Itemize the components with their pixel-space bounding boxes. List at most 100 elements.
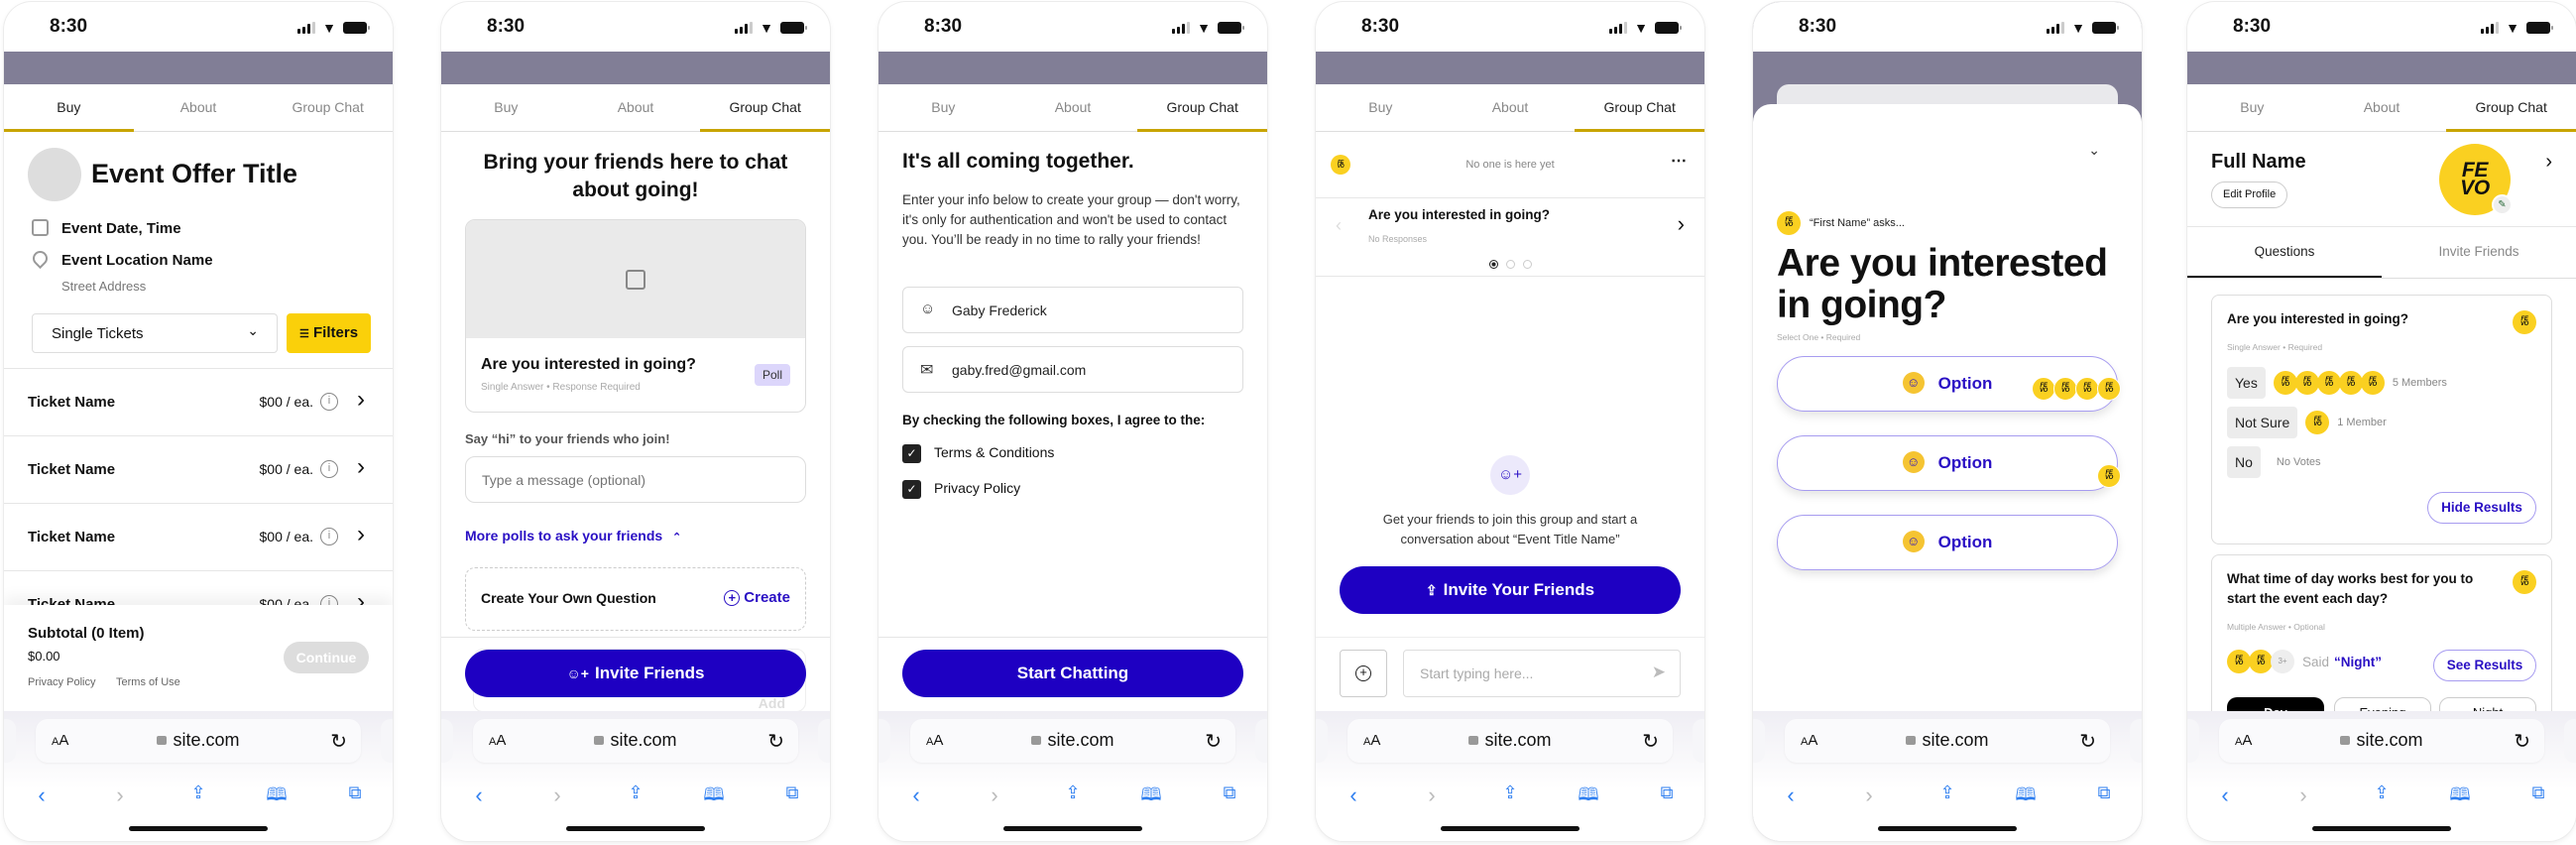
hide-results-button[interactable]: Hide Results xyxy=(2427,492,2536,524)
chevron-right-icon[interactable]: › xyxy=(2545,151,2552,174)
forward-icon[interactable]: › xyxy=(106,783,134,812)
more-options-icon[interactable]: ⋯ xyxy=(1671,151,1687,171)
tabs-icon[interactable]: ⧉ xyxy=(2524,783,2552,812)
chevron-right-icon[interactable]: › xyxy=(357,453,365,481)
share-icon[interactable]: ⇪ xyxy=(1059,783,1087,812)
share-icon[interactable]: ⇪ xyxy=(184,783,212,812)
collapse-chevron-icon[interactable]: ⌄ xyxy=(2088,142,2100,159)
attach-button[interactable]: + xyxy=(1340,650,1387,697)
prev-tab-peek[interactable] xyxy=(4,719,16,763)
bookmarks-icon[interactable]: 🕮 xyxy=(1137,783,1165,812)
tab-questions[interactable]: Questions xyxy=(2187,227,2382,278)
prev-tab-peek[interactable] xyxy=(441,719,453,763)
create-question-card[interactable]: Create Your Own Question + Create xyxy=(465,567,806,631)
email-field[interactable]: ✉ gaby.fred@gmail.com xyxy=(902,346,1243,393)
tabs-icon[interactable]: ⧉ xyxy=(2090,783,2118,812)
tab-buy[interactable]: Buy xyxy=(878,84,1008,131)
forward-icon[interactable]: › xyxy=(2289,783,2317,812)
tab-group-chat[interactable]: Group Chat xyxy=(700,84,830,132)
chat-input[interactable]: Start typing here... ➤ xyxy=(1403,650,1681,697)
create-button[interactable]: + Create xyxy=(724,589,790,606)
tab-group-chat[interactable]: Group Chat xyxy=(1137,84,1267,132)
tab-buy[interactable]: Buy xyxy=(441,84,571,131)
invite-friends-button[interactable]: ☺+ Invite Friends xyxy=(465,650,806,697)
bookmarks-icon[interactable]: 🕮 xyxy=(1575,783,1602,812)
share-icon[interactable]: ⇪ xyxy=(1496,783,1524,812)
invite-your-friends-button[interactable]: ⇪ Invite Your Friends xyxy=(1340,566,1681,614)
info-icon[interactable]: i xyxy=(320,528,338,545)
tab-about[interactable]: About xyxy=(1446,84,1576,131)
back-icon[interactable]: ‹ xyxy=(28,783,56,812)
tab-about[interactable]: About xyxy=(1008,84,1138,131)
ticket-row[interactable]: Ticket Name $00 / ea. i › xyxy=(4,436,393,504)
privacy-policy-link[interactable]: Privacy Policy xyxy=(28,676,95,688)
tabs-icon[interactable]: ⧉ xyxy=(341,783,369,812)
start-chatting-button[interactable]: Start Chatting xyxy=(902,650,1243,697)
back-icon[interactable]: ‹ xyxy=(465,783,493,812)
bookmarks-icon[interactable]: 🕮 xyxy=(263,783,291,812)
tab-about[interactable]: About xyxy=(571,84,701,131)
poll-card[interactable]: Are you interested in going? Single Answ… xyxy=(465,219,806,413)
reload-icon[interactable]: ↻ xyxy=(1642,729,1659,754)
tabs-icon[interactable]: ⧉ xyxy=(778,783,806,812)
more-polls-toggle[interactable]: More polls to ask your friends ⌃ xyxy=(465,528,681,543)
continue-button[interactable]: Continue xyxy=(284,642,369,673)
reload-icon[interactable]: ↻ xyxy=(767,729,784,754)
terms-of-use-link[interactable]: Terms of Use xyxy=(116,676,180,688)
forward-icon[interactable]: › xyxy=(981,783,1008,812)
reload-icon[interactable]: ↻ xyxy=(330,729,347,754)
next-tab-peek[interactable] xyxy=(2130,719,2142,763)
ticket-row[interactable]: Ticket Name $00 / ea. i › xyxy=(4,369,393,436)
address-bar[interactable]: AA site.com ↻ xyxy=(36,719,361,763)
info-icon[interactable]: i xyxy=(320,393,338,411)
share-icon[interactable]: ⇪ xyxy=(622,783,649,812)
tab-buy[interactable]: Buy xyxy=(1316,84,1446,131)
terms-checkbox[interactable]: ✓ Terms & Conditions xyxy=(902,444,1054,463)
tab-group-chat[interactable]: Group Chat xyxy=(1575,84,1704,132)
see-results-button[interactable]: See Results xyxy=(2433,650,2536,681)
back-icon[interactable]: ‹ xyxy=(2211,783,2239,812)
chevron-right-icon[interactable]: › xyxy=(357,521,365,548)
tab-group-chat[interactable]: Group Chat xyxy=(263,84,393,131)
next-tab-peek[interactable] xyxy=(1693,719,1704,763)
forward-icon[interactable]: › xyxy=(1855,783,1883,812)
next-tab-peek[interactable] xyxy=(381,719,393,763)
tabs-icon[interactable]: ⧉ xyxy=(1653,783,1681,812)
page-dot-active[interactable] xyxy=(1488,260,1498,269)
info-icon[interactable]: i xyxy=(320,460,338,478)
address-bar[interactable]: AA site.com ↻ xyxy=(1347,719,1673,763)
address-bar[interactable]: AA site.com ↻ xyxy=(910,719,1235,763)
share-icon[interactable]: ⇪ xyxy=(2368,783,2396,812)
address-bar[interactable]: AA site.com ↻ xyxy=(473,719,798,763)
forward-icon[interactable]: › xyxy=(543,783,571,812)
prev-tab-peek[interactable] xyxy=(2187,719,2199,763)
page-dot[interactable] xyxy=(1522,260,1532,269)
ticket-type-select[interactable]: Single Tickets ⌄ xyxy=(32,313,278,353)
message-input[interactable] xyxy=(465,456,806,503)
tab-group-chat[interactable]: Group Chat xyxy=(2446,84,2576,132)
poll-option[interactable]: ☺ Option FE VO xyxy=(1777,435,2121,491)
reload-icon[interactable]: ↻ xyxy=(1205,729,1222,754)
next-tab-peek[interactable] xyxy=(818,719,830,763)
bookmarks-icon[interactable]: 🕮 xyxy=(700,783,728,812)
forward-icon[interactable]: › xyxy=(1418,783,1446,812)
edit-avatar-icon[interactable]: ✎ xyxy=(2492,194,2513,215)
poll-option[interactable]: ☺ Option xyxy=(1777,515,2118,570)
poll-option[interactable]: ☺ Option FE VO FE VO FE VO FE VO xyxy=(1777,356,2121,412)
next-tab-peek[interactable] xyxy=(2564,719,2576,763)
address-bar[interactable]: AA site.com ↻ xyxy=(2219,719,2544,763)
tab-buy[interactable]: Buy xyxy=(2187,84,2317,131)
prev-tab-peek[interactable] xyxy=(1753,719,1765,763)
chevron-right-icon[interactable]: › xyxy=(357,386,365,414)
tab-invite-friends[interactable]: Invite Friends xyxy=(2382,227,2576,278)
address-bar[interactable]: AA site.com ↻ xyxy=(1785,719,2110,763)
page-dot[interactable] xyxy=(1505,260,1515,269)
reload-icon[interactable]: ↻ xyxy=(2514,729,2530,754)
prev-tab-peek[interactable] xyxy=(878,719,890,763)
tab-about[interactable]: About xyxy=(134,84,264,131)
prev-tab-peek[interactable] xyxy=(1316,719,1328,763)
bookmarks-icon[interactable]: 🕮 xyxy=(2012,783,2040,812)
chevron-left-icon[interactable]: ‹ xyxy=(1336,215,1342,236)
privacy-checkbox[interactable]: ✓ Privacy Policy xyxy=(902,480,1020,499)
send-icon[interactable]: ➤ xyxy=(1652,663,1666,682)
